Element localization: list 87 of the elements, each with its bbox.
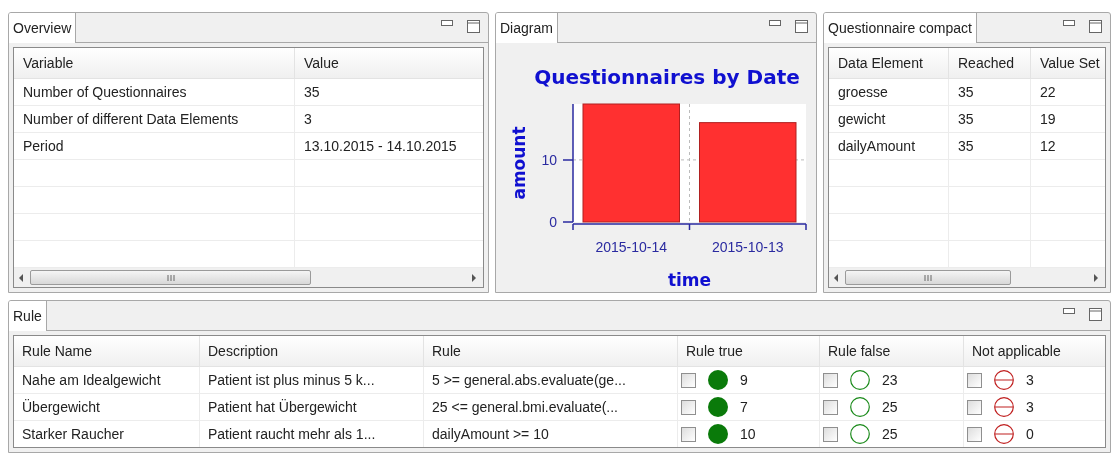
checkbox[interactable] bbox=[967, 372, 982, 388]
column-header[interactable]: Not applicable bbox=[964, 336, 1105, 366]
column-header[interactable]: Description bbox=[200, 336, 424, 366]
minimize-icon[interactable] bbox=[441, 20, 453, 26]
axis-label: time bbox=[667, 270, 712, 287]
table-cell: Period bbox=[14, 133, 295, 159]
table-cell: groesse bbox=[829, 79, 949, 105]
table-cell: Übergewicht bbox=[14, 394, 200, 420]
checkbox[interactable] bbox=[823, 372, 838, 388]
count-text: 9 bbox=[740, 370, 748, 390]
count-text: 0 bbox=[1026, 424, 1034, 444]
maximize-icon[interactable] bbox=[795, 20, 808, 33]
horizontal-scrollbar[interactable] bbox=[14, 268, 483, 287]
table-cell: 3 bbox=[295, 106, 483, 132]
table-cell: Patient hat Übergewicht bbox=[200, 394, 424, 420]
filled-circle-icon bbox=[708, 397, 728, 417]
column-header[interactable]: Data Element bbox=[829, 48, 949, 78]
scrollbar-thumb[interactable] bbox=[30, 270, 312, 285]
minus-circle-icon bbox=[994, 397, 1014, 417]
column-header[interactable]: Value bbox=[295, 48, 483, 78]
column-header[interactable]: Rule true bbox=[678, 336, 820, 366]
table-cell: 35 bbox=[949, 106, 1031, 132]
count-text: 25 bbox=[882, 424, 898, 444]
circle-icon bbox=[850, 397, 870, 417]
column-header[interactable]: Rule bbox=[424, 336, 678, 366]
tick-label: 0 bbox=[549, 214, 557, 230]
count-text: 7 bbox=[740, 397, 748, 417]
column-header[interactable]: Value Set bbox=[1031, 48, 1105, 78]
table-cell: 19 bbox=[1031, 106, 1105, 132]
table-cell: Number of different Data Elements bbox=[14, 106, 295, 132]
circle-icon bbox=[850, 424, 870, 444]
axis-label: amount bbox=[509, 126, 529, 200]
maximize-icon[interactable] bbox=[1089, 20, 1102, 33]
column-header[interactable]: Reached bbox=[949, 48, 1031, 78]
table-cell: 5 >= general.abs.evaluate(ge... bbox=[424, 367, 678, 393]
checkbox[interactable] bbox=[681, 399, 696, 415]
panel-tab[interactable]: Overview bbox=[9, 13, 77, 43]
minus-circle-icon bbox=[994, 424, 1014, 444]
panel-tab[interactable]: Diagram bbox=[496, 13, 558, 43]
table-cell: 25 <= general.bmi.evaluate(... bbox=[424, 394, 678, 420]
panel-tab[interactable]: Rule bbox=[9, 301, 47, 331]
table-cell: Number of Questionnaires bbox=[14, 79, 295, 105]
minus-circle-icon bbox=[994, 370, 1014, 390]
chart-title: Questionnaires by Date bbox=[534, 65, 800, 89]
tick-label: 10 bbox=[541, 151, 557, 168]
table-cell: Nahe am Idealgewicht bbox=[14, 367, 200, 393]
scrollbar-thumb[interactable] bbox=[845, 270, 1011, 285]
minimize-icon[interactable] bbox=[1063, 308, 1075, 314]
column-header[interactable]: Variable bbox=[14, 48, 295, 78]
checkbox[interactable] bbox=[681, 426, 696, 442]
table-cell: gewicht bbox=[829, 106, 949, 132]
table-cell: 35 bbox=[949, 133, 1031, 159]
minimize-icon[interactable] bbox=[769, 20, 781, 26]
table-cell: 13.10.2015 - 14.10.2015 bbox=[295, 133, 483, 159]
column-header[interactable]: Rule false bbox=[820, 336, 964, 366]
filled-circle-icon bbox=[708, 370, 728, 390]
horizontal-scrollbar[interactable] bbox=[829, 268, 1105, 287]
table-cell: Patient raucht mehr als 1... bbox=[200, 421, 424, 447]
count-text: 23 bbox=[882, 370, 898, 390]
maximize-icon[interactable] bbox=[467, 20, 480, 33]
count-text: 3 bbox=[1026, 370, 1034, 390]
table-cell: 35 bbox=[295, 79, 483, 105]
panel-tab[interactable]: Questionnaire compact bbox=[824, 13, 977, 43]
table-cell: 22 bbox=[1031, 79, 1105, 105]
grip-icon bbox=[923, 274, 932, 281]
table-cell: Starker Raucher bbox=[14, 421, 200, 447]
count-text: 3 bbox=[1026, 397, 1034, 417]
count-text: 10 bbox=[740, 424, 756, 444]
checkbox[interactable] bbox=[823, 399, 838, 415]
column-header[interactable]: Rule Name bbox=[14, 336, 200, 366]
table-cell: dailyAmount bbox=[829, 133, 949, 159]
maximize-icon[interactable] bbox=[1089, 308, 1102, 321]
tick-label: 2015-10-14 bbox=[595, 239, 668, 255]
grip-icon bbox=[166, 274, 175, 281]
table-cell: Patient ist plus minus 5 k... bbox=[200, 367, 424, 393]
checkbox[interactable] bbox=[681, 372, 696, 388]
table-cell: 12 bbox=[1031, 133, 1105, 159]
filled-circle-icon bbox=[708, 424, 728, 444]
circle-icon bbox=[850, 370, 870, 390]
checkbox[interactable] bbox=[967, 399, 982, 415]
table-cell: dailyAmount >= 10 bbox=[424, 421, 678, 447]
tick-label: 2015-10-13 bbox=[711, 239, 784, 255]
checkbox[interactable] bbox=[823, 426, 838, 442]
minimize-icon[interactable] bbox=[1063, 20, 1075, 26]
table-cell: 35 bbox=[949, 79, 1031, 105]
count-text: 25 bbox=[882, 397, 898, 417]
checkbox[interactable] bbox=[967, 426, 982, 442]
